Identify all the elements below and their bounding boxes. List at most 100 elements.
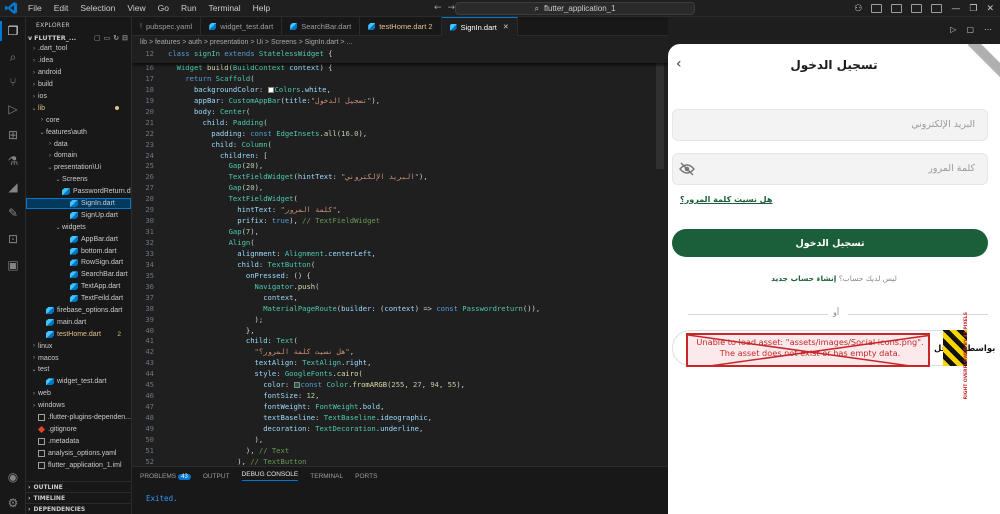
play-icon[interactable]: ▷ [950, 25, 956, 34]
close-tab-icon[interactable]: ✕ [503, 23, 509, 31]
tree-file[interactable]: .flutter-plugins-dependen... [26, 412, 131, 424]
tree-file[interactable]: .metadata [26, 435, 131, 447]
window-icon[interactable]: ▢ [966, 25, 974, 34]
toggle-panel-icon[interactable] [891, 4, 903, 13]
remote-explorer-icon[interactable]: ⊡ [6, 232, 20, 246]
collapse-all-icon[interactable]: ⊟ [122, 34, 128, 42]
testing-icon[interactable]: ⚗ [6, 154, 20, 168]
close-icon[interactable]: ✕ [986, 4, 994, 14]
tree-file[interactable]: RowSign.dart [26, 257, 131, 269]
copilot-icon[interactable]: ⚇ [854, 4, 862, 14]
tree-folder[interactable]: ⌄ test [26, 364, 131, 376]
toggle-secondary-sidebar-icon[interactable] [911, 4, 923, 13]
tree-folder[interactable]: ⌄ presentation\Ui [26, 162, 131, 174]
panel-tab-debug-console[interactable]: DEBUG CONSOLE [241, 471, 299, 481]
forgot-password-link[interactable]: هل نسيت كلمة المرور؟ [680, 195, 772, 204]
config-file-icon [38, 449, 45, 457]
tree-folder[interactable]: ⌄ features\auth [26, 126, 131, 138]
run-debug-icon[interactable]: ▷ [6, 102, 20, 116]
menu-item-edit[interactable]: Edit [48, 3, 75, 13]
tree-file[interactable]: firebase_options.dart [26, 305, 131, 317]
tree-folder[interactable]: › linux [26, 340, 131, 352]
tree-file[interactable]: TextFeild.dart [26, 293, 131, 305]
tree-folder[interactable]: › ios [26, 91, 131, 103]
menu-item-file[interactable]: File [22, 3, 48, 13]
toggle-primary-sidebar-icon[interactable] [871, 4, 883, 13]
panel-tab-terminal[interactable]: TERMINAL [310, 473, 343, 480]
tree-folder[interactable]: › web [26, 388, 131, 400]
explorer-icon[interactable]: ❐ [0, 21, 20, 41]
search-icon[interactable]: ⌕ [6, 50, 20, 64]
editor-tab[interactable]: SearchBar.dart [282, 17, 361, 36]
panel-tab-output[interactable]: OUTPUT [203, 473, 230, 480]
new-file-icon[interactable]: ▢ [94, 34, 101, 42]
flutter-icon[interactable]: ◢ [6, 180, 20, 194]
code-editor[interactable]: 12 class signIn extends StatelessWidget … [132, 49, 668, 466]
extensions-icon[interactable]: ⊞ [6, 128, 20, 142]
editor-tab[interactable]: testHome.dart 2 [360, 17, 442, 36]
tree-file[interactable]: bottom.dart [26, 245, 131, 257]
new-folder-icon[interactable]: ▭ [104, 34, 111, 42]
scrollbar-thumb[interactable] [656, 49, 664, 169]
section-dependencies[interactable]: › DEPENDENCIES [26, 503, 131, 514]
password-field[interactable]: كلمة المرور [672, 153, 988, 185]
login-button[interactable]: تسجيل الدخول [672, 229, 988, 257]
tree-file[interactable]: flutter_application_1.iml [26, 459, 131, 471]
minimap[interactable] [628, 49, 668, 466]
tree-file[interactable]: PasswordReturn.dart [26, 186, 131, 198]
tree-file[interactable]: main.dart [26, 316, 131, 328]
panel-tab-ports[interactable]: PORTS [355, 473, 377, 480]
command-center[interactable]: ⌕ flutter_application_1 [455, 2, 695, 15]
code-body: 16 Widget build(BuildContext context) {1… [132, 63, 668, 466]
tree-folder[interactable]: ⌄ Screens [26, 174, 131, 186]
tree-file[interactable]: .gitignore [26, 424, 131, 436]
tree-folder[interactable]: ⌄ lib [26, 102, 131, 114]
tree-folder[interactable]: › data [26, 138, 131, 150]
refresh-icon[interactable]: ↻ [113, 34, 119, 42]
menu-item-terminal[interactable]: Terminal [203, 3, 247, 13]
account-icon[interactable]: ◉ [6, 470, 20, 484]
tree-folder[interactable]: › android [26, 67, 131, 79]
section-outline[interactable]: › OUTLINE [26, 481, 131, 492]
tree-folder[interactable]: › .idea [26, 55, 131, 67]
panel-tab-problems[interactable]: PROBLEMS 43 [140, 473, 191, 480]
tree-file[interactable]: TextApp.dart [26, 281, 131, 293]
screen-icon[interactable]: ▣ [6, 258, 20, 272]
tree-file[interactable]: testHome.dart 2 [26, 328, 131, 340]
tree-folder[interactable]: › domain [26, 150, 131, 162]
tree-folder[interactable]: ⌄ widgets [26, 221, 131, 233]
tree-folder[interactable]: › .dart_tool [26, 43, 131, 55]
tree-file[interactable]: SearchBar.dart [26, 269, 131, 281]
editor-tab[interactable]: SignIn.dart ✕ [441, 17, 518, 36]
project-root[interactable]: v FLUTTER_... ▢ ▭ ↻ ⊟ [26, 32, 131, 43]
tree-file[interactable]: SignUp.dart [26, 209, 131, 221]
email-field[interactable]: البريد الإلكتروني [672, 109, 988, 141]
settings-gear-icon[interactable]: ⚙ [6, 496, 20, 510]
menu-item-selection[interactable]: Selection [74, 3, 121, 13]
editor-tab[interactable]: widget_test.dart [201, 17, 283, 36]
tree-folder[interactable]: › macos [26, 352, 131, 364]
create-account-link[interactable]: إنشاء حساب جديد [771, 274, 836, 283]
tree-folder[interactable]: › core [26, 114, 131, 126]
tree-file[interactable]: AppBar.dart [26, 233, 131, 245]
menu-item-go[interactable]: Go [152, 3, 175, 13]
menu-item-run[interactable]: Run [175, 3, 203, 13]
section-timeline[interactable]: › TIMELINE [26, 492, 131, 503]
sticky-scroll[interactable]: 12 class signIn extends StatelessWidget … [132, 49, 668, 63]
menu-item-help[interactable]: Help [247, 3, 276, 13]
source-control-icon[interactable]: ⑂ [6, 75, 20, 89]
editor-tab[interactable]: ! pubspec.yaml [132, 17, 202, 36]
devtools-icon[interactable]: ✎ [6, 206, 20, 220]
tree-file[interactable]: analysis_options.yaml [26, 447, 131, 459]
more-icon[interactable]: ⋯ [984, 25, 992, 34]
minimize-icon[interactable]: — [951, 4, 960, 14]
eye-off-icon[interactable] [679, 162, 695, 176]
breadcrumb[interactable]: lib > features > auth > presentation > U… [132, 37, 668, 49]
tree-file[interactable]: SignIn.dart [26, 197, 131, 210]
customize-layout-icon[interactable] [931, 4, 943, 13]
restore-icon[interactable]: ❐ [969, 4, 977, 14]
menu-item-view[interactable]: View [121, 3, 151, 13]
tree-file[interactable]: widget_test.dart [26, 376, 131, 388]
tree-folder[interactable]: › build [26, 79, 131, 91]
tree-folder[interactable]: › windows [26, 400, 131, 412]
